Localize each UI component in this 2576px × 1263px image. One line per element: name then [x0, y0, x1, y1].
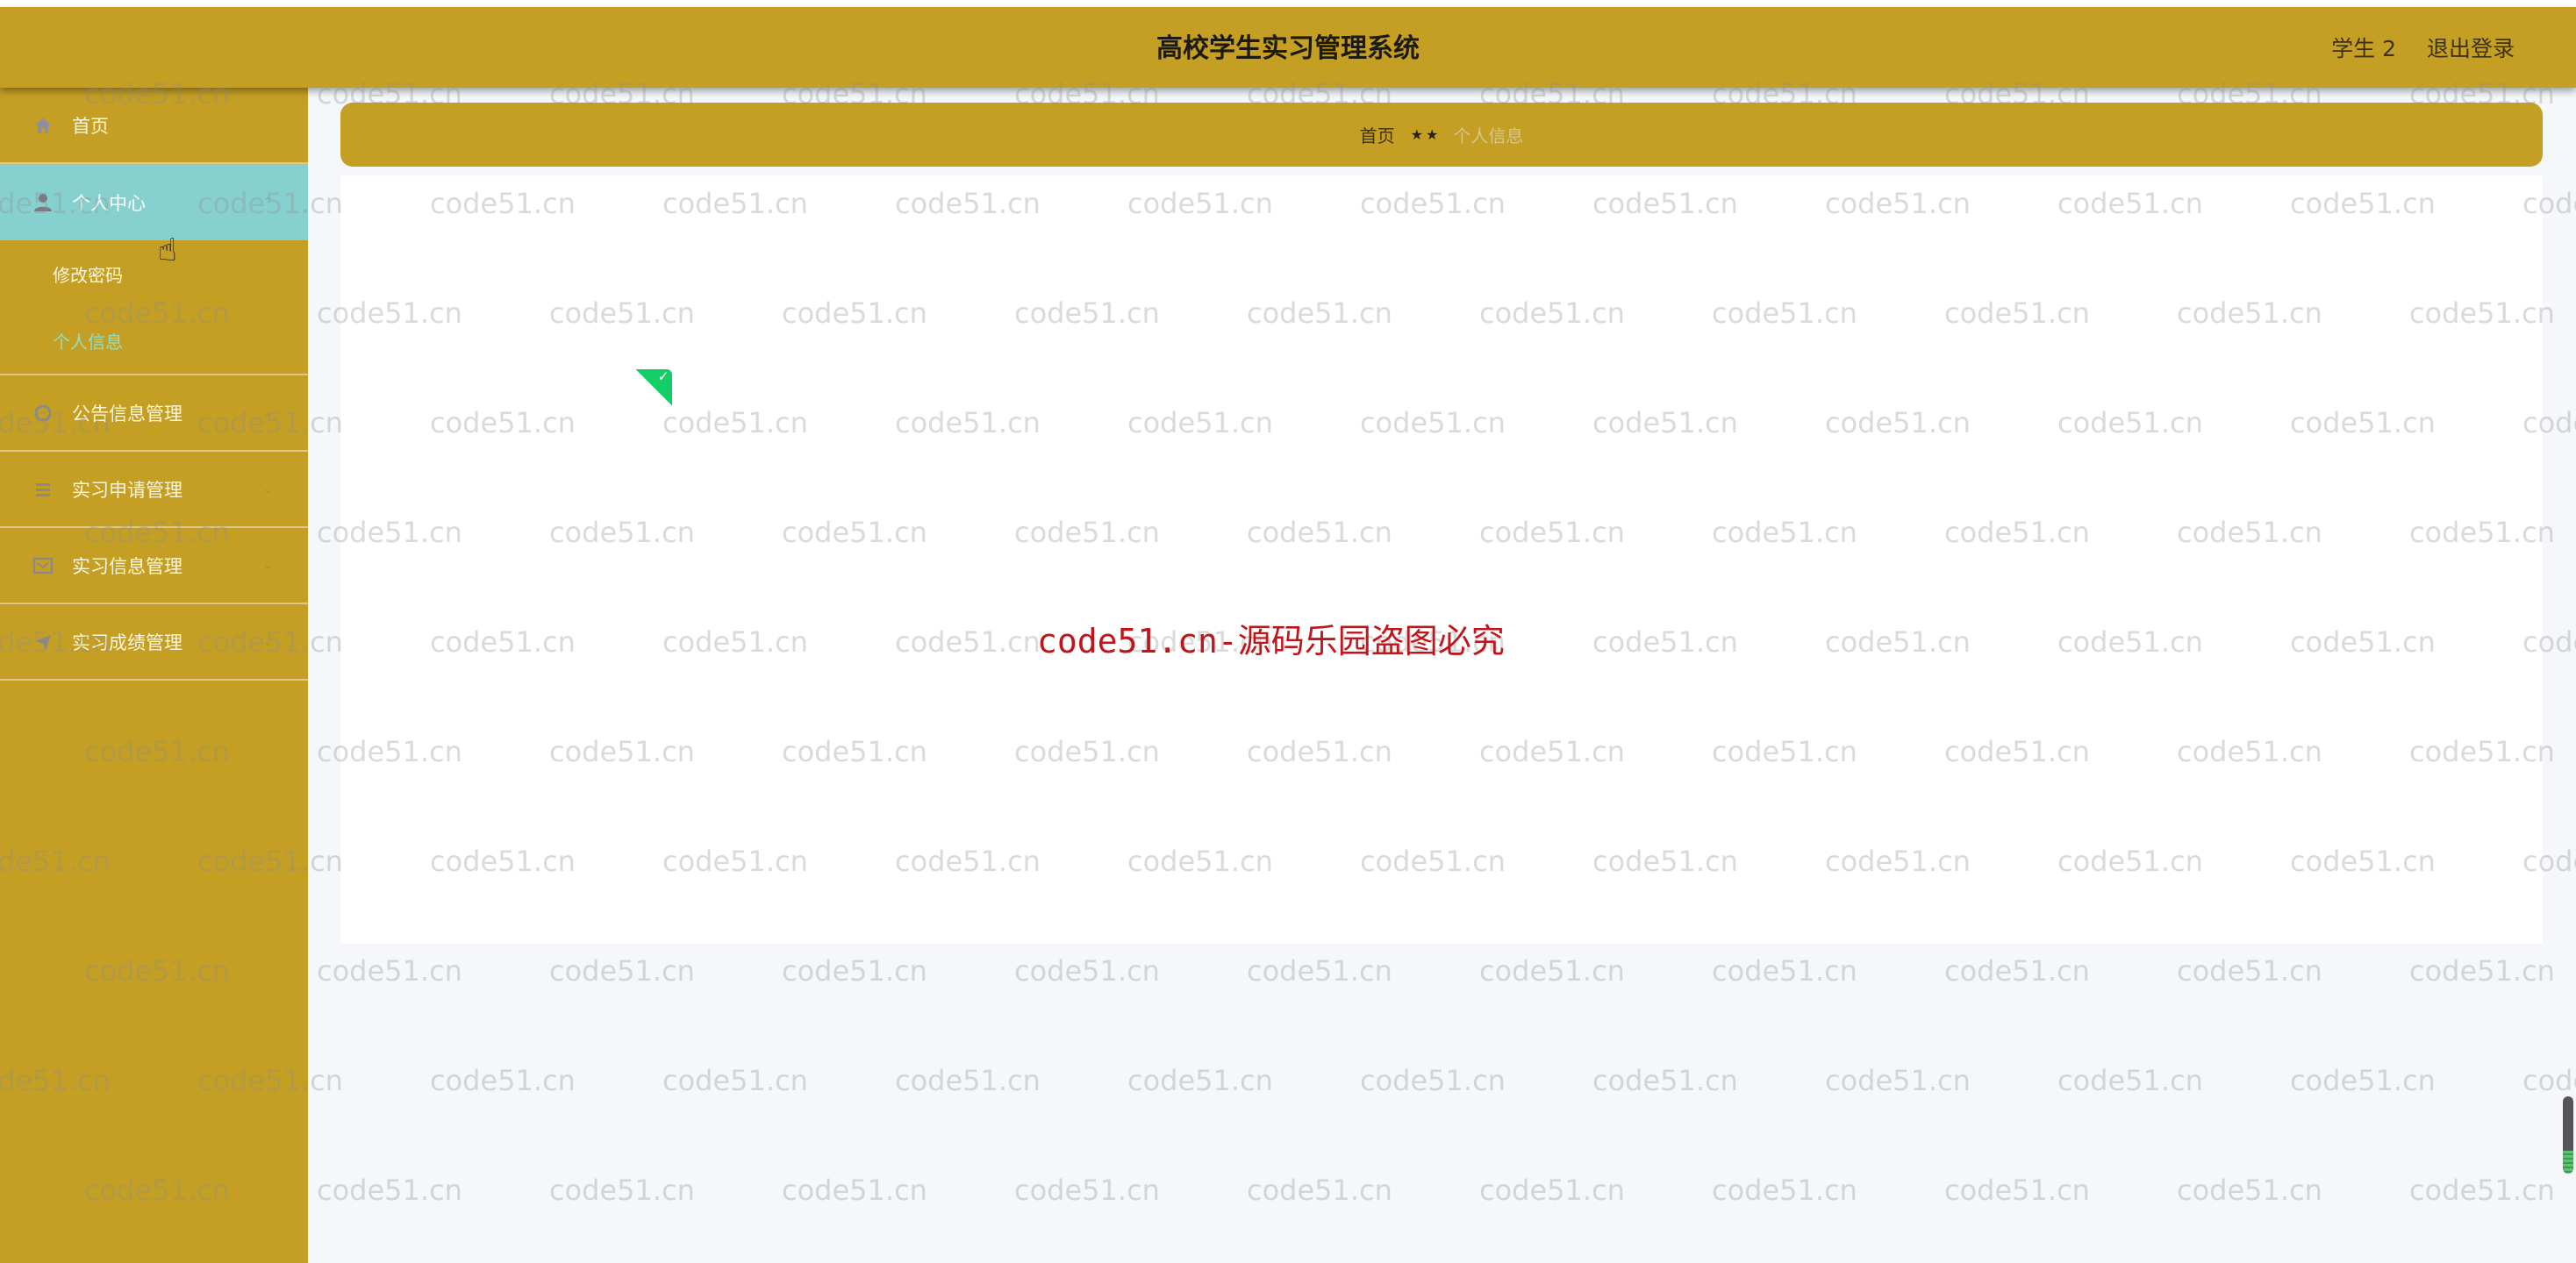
watermark-text: code51.cn — [2057, 1064, 2203, 1097]
profile-form-card — [340, 175, 2543, 944]
sidebar-item-internship-info[interactable]: 实习信息管理 ⌄ — [0, 528, 308, 604]
watermark-text: code51.cn — [317, 954, 462, 988]
top-strip — [0, 0, 2576, 7]
watermark-text: code51.cn — [1014, 1174, 1160, 1207]
sidebar-item-label: 实习信息管理 — [72, 555, 182, 577]
breadcrumb-home[interactable]: 首页 — [1360, 122, 1395, 147]
check-icon: ✓ — [657, 367, 669, 385]
submenu-item-personal-info[interactable]: 个人信息 — [0, 307, 308, 374]
watermark-text: code51.cn — [1712, 954, 1857, 988]
watermark-text: code51.cn — [1592, 1064, 1738, 1097]
watermark-text: code51.cn — [2522, 1064, 2576, 1097]
logout-link[interactable]: 退出登录 — [2427, 7, 2515, 91]
list-icon — [32, 478, 54, 501]
watermark-text: code51.cn — [1944, 1174, 2090, 1207]
home-icon — [32, 114, 54, 137]
breadcrumb-separator: ★★ — [1410, 126, 1442, 143]
sidebar-item-label: 实习成绩管理 — [72, 632, 182, 653]
message-icon — [32, 554, 54, 577]
sidebar-item-personal-center[interactable]: 个人中心 ⌃ — [0, 164, 308, 240]
watermark-text: code51.cn — [2290, 1064, 2436, 1097]
watermark-text: code51.cn — [1825, 1064, 1971, 1097]
watermark-text: code51.cn — [1479, 954, 1625, 988]
scrollbar-thumb[interactable] — [2563, 1150, 2573, 1174]
mouse-pointer-icon: ☝ — [158, 232, 177, 268]
sidebar-item-label: 个人中心 — [72, 192, 146, 214]
sidebar-item-label: 首页 — [72, 115, 109, 137]
sidebar-item-internship-applications[interactable]: 实习申请管理 ⌄ — [0, 452, 308, 528]
app-header: 高校学生实习管理系统 学生 2 退出登录 — [0, 7, 2576, 88]
watermark-text: code51.cn — [1247, 954, 1392, 988]
watermark-text: code51.cn — [1127, 1064, 1273, 1097]
user-icon — [32, 191, 54, 214]
bell-icon — [32, 402, 54, 425]
watermark-text: code51.cn — [1360, 1064, 1506, 1097]
watermark-text: code51.cn — [1712, 1174, 1857, 1207]
current-user: 学生 2 — [2331, 36, 2396, 61]
watermark-text: code51.cn — [1014, 954, 1160, 988]
chevron-down-icon: ⌄ — [262, 558, 273, 573]
submenu-personal-center: 修改密码 个人信息 — [0, 240, 308, 375]
watermark-text: code51.cn — [1479, 1174, 1625, 1207]
watermark-text: code51.cn — [2177, 954, 2322, 988]
watermark-text: code51.cn — [782, 1174, 927, 1207]
send-icon — [32, 631, 54, 653]
watermark-text: code51.cn — [549, 954, 695, 988]
watermark-text: code51.cn — [549, 1174, 695, 1207]
sidebar-item-internship-grades[interactable]: 实习成绩管理 ⌄ — [0, 604, 308, 681]
chevron-down-icon: ⌄ — [262, 482, 273, 496]
watermark-text: code51.cn — [2409, 954, 2555, 988]
watermark-text: code51.cn — [317, 1174, 462, 1207]
app-title: 高校学生实习管理系统 — [1156, 33, 1420, 64]
copyright-banner: code51.cn-源码乐园盗图必究 — [1037, 622, 1505, 660]
watermark-text: code51.cn — [895, 1064, 1041, 1097]
sidebar: 首页 个人中心 ⌃ 修改密码 个人信息 公告信息管理 ⌄ 实习申请管理 ⌄ 实习… — [0, 88, 308, 1263]
breadcrumb: 首页 ★★ 个人信息 — [340, 103, 2543, 167]
breadcrumb-current: 个人信息 — [1453, 125, 1524, 146]
watermark-text: code51.cn — [2409, 1174, 2555, 1207]
watermark-text: code51.cn — [430, 1064, 576, 1097]
sidebar-item-home[interactable]: 首页 — [0, 88, 308, 164]
watermark-text: code51.cn — [662, 1064, 808, 1097]
watermark-text: code51.cn — [1247, 1174, 1392, 1207]
submenu-item-change-password[interactable]: 修改密码 — [0, 240, 308, 307]
sidebar-item-label: 公告信息管理 — [72, 403, 182, 425]
watermark-text: code51.cn — [2177, 1174, 2322, 1207]
chevron-down-icon: ⌄ — [262, 634, 273, 649]
chevron-up-icon: ⌃ — [262, 195, 273, 210]
watermark-text: code51.cn — [1944, 954, 2090, 988]
watermark-text: code51.cn — [782, 954, 927, 988]
sidebar-item-label: 实习申请管理 — [72, 479, 182, 501]
sidebar-item-announcements[interactable]: 公告信息管理 ⌄ — [0, 375, 308, 452]
vertical-scrollbar[interactable] — [2563, 1096, 2573, 1174]
chevron-down-icon: ⌄ — [262, 405, 273, 420]
